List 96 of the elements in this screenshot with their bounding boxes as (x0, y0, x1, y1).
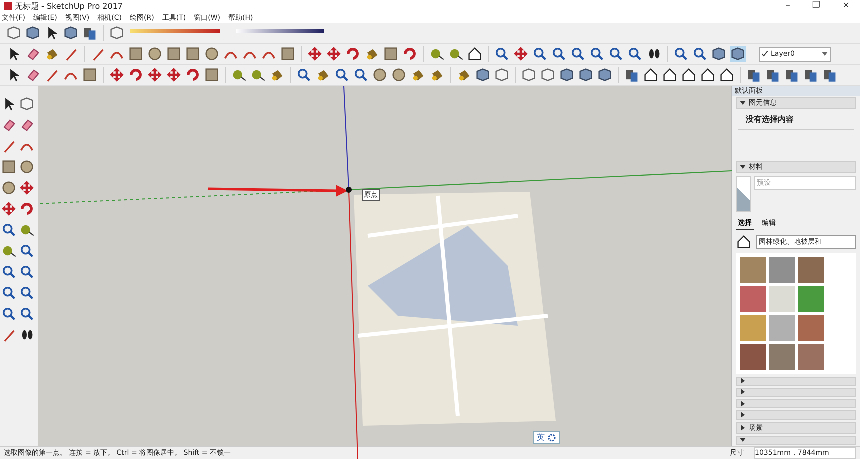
material-swatch[interactable] (798, 256, 824, 283)
circle-icon[interactable] (19, 159, 35, 175)
material-swatch[interactable] (798, 314, 824, 341)
window-control[interactable]: – (786, 1, 790, 11)
box-icon[interactable] (521, 67, 537, 83)
cube-icon[interactable] (597, 67, 613, 83)
magnifier-icon[interactable] (673, 46, 689, 62)
circle-icon[interactable] (391, 67, 407, 83)
cross-arrows-icon[interactable] (1, 201, 17, 217)
house-icon[interactable] (643, 67, 659, 83)
material-swatch[interactable] (769, 314, 795, 341)
eraser-icon[interactable] (25, 46, 41, 62)
window-title: 无标题 - SketchUp Pro 2017 (15, 0, 123, 12)
magnifier-icon[interactable] (1, 306, 17, 322)
square-icon[interactable] (128, 46, 144, 62)
material-swatch[interactable] (769, 256, 795, 283)
check-icon (762, 51, 768, 57)
material-swatch[interactable] (740, 314, 766, 341)
entity-info-message: 没有选择内容 (738, 110, 854, 130)
house-icon[interactable] (681, 67, 697, 83)
house-icon[interactable] (719, 67, 735, 83)
house-icon[interactable] (662, 67, 678, 83)
cross-arrows-icon[interactable] (513, 46, 529, 62)
material-swatch[interactable] (798, 344, 824, 370)
gear-icon (548, 434, 556, 442)
cube-icon[interactable] (711, 46, 727, 62)
square-icon[interactable] (185, 46, 201, 62)
magnifier-icon[interactable] (1, 264, 17, 280)
cross-arrows-icon[interactable] (307, 46, 323, 62)
magnifier-icon[interactable] (551, 46, 567, 62)
cross-arrows-icon[interactable] (166, 67, 182, 83)
material-swatch[interactable] (740, 286, 766, 312)
cube-icon[interactable] (730, 46, 746, 62)
square-icon[interactable] (1, 159, 17, 175)
circle-icon[interactable] (1, 180, 17, 196)
material-swatch[interactable] (769, 286, 795, 312)
magnifier-icon[interactable] (1, 222, 17, 238)
magnifier-icon[interactable] (296, 67, 312, 83)
magnifier-icon[interactable] (19, 243, 35, 259)
cube-icon[interactable] (559, 67, 575, 83)
material-swatch[interactable] (740, 344, 766, 370)
circle-icon[interactable] (204, 46, 220, 62)
eraser-icon[interactable] (25, 67, 41, 83)
cube-icon[interactable] (25, 25, 41, 41)
magnifier-icon[interactable] (334, 67, 350, 83)
box-icon[interactable] (494, 67, 510, 83)
rotate-icon[interactable] (345, 46, 361, 62)
square-icon[interactable] (82, 67, 98, 83)
magnifier-icon[interactable] (1, 285, 17, 301)
circle-icon[interactable] (372, 67, 388, 83)
cross-arrows-icon[interactable] (109, 67, 125, 83)
magnifier-icon[interactable] (494, 46, 510, 62)
house-icon[interactable] (736, 234, 752, 250)
magnifier-icon[interactable] (353, 67, 369, 83)
house-icon[interactable] (467, 46, 483, 62)
magnifier-icon[interactable] (19, 264, 35, 280)
cross-arrows-icon[interactable] (147, 67, 163, 83)
magnifier-icon[interactable] (570, 46, 586, 62)
square-icon[interactable] (280, 46, 296, 62)
cube-icon[interactable] (63, 25, 79, 41)
rotate-icon[interactable] (19, 201, 35, 217)
material-swatch[interactable] (740, 256, 766, 283)
magnifier-icon[interactable] (608, 46, 624, 62)
square-icon[interactable] (204, 67, 220, 83)
magnifier-icon[interactable] (692, 46, 708, 62)
magnifier-icon[interactable] (532, 46, 548, 62)
cross-arrows-icon[interactable] (326, 46, 342, 62)
rotate-icon[interactable] (128, 67, 144, 83)
cross-arrows-icon[interactable] (19, 180, 35, 196)
magnifier-icon[interactable] (627, 46, 643, 62)
material-swatch[interactable] (769, 344, 795, 370)
square-icon[interactable] (383, 46, 399, 62)
window-control[interactable]: ❐ (812, 1, 820, 11)
circle-icon[interactable] (147, 46, 163, 62)
box-icon[interactable] (19, 96, 35, 112)
cube-icon[interactable] (475, 67, 491, 83)
magnifier-icon[interactable] (19, 306, 35, 322)
origin-point (346, 187, 352, 193)
material-preview (736, 176, 751, 212)
magnifier-icon[interactable] (19, 285, 35, 301)
rotate-icon[interactable] (185, 67, 201, 83)
caret-icon (822, 51, 828, 57)
window-control[interactable]: × (842, 1, 850, 11)
ime-toolbar[interactable]: 英 (533, 431, 560, 444)
app-icon (4, 2, 12, 10)
cube-icon[interactable] (578, 67, 594, 83)
magnifier-icon[interactable] (589, 46, 605, 62)
box-icon[interactable] (109, 25, 125, 41)
square-icon[interactable] (166, 46, 182, 62)
eraser-icon[interactable] (1, 117, 17, 133)
eraser-icon[interactable] (19, 117, 35, 133)
box-icon[interactable] (540, 67, 556, 83)
rotate-icon[interactable] (402, 46, 418, 62)
material-swatch[interactable] (798, 286, 824, 312)
box-icon[interactable] (6, 25, 22, 41)
house-icon[interactable] (700, 67, 716, 83)
